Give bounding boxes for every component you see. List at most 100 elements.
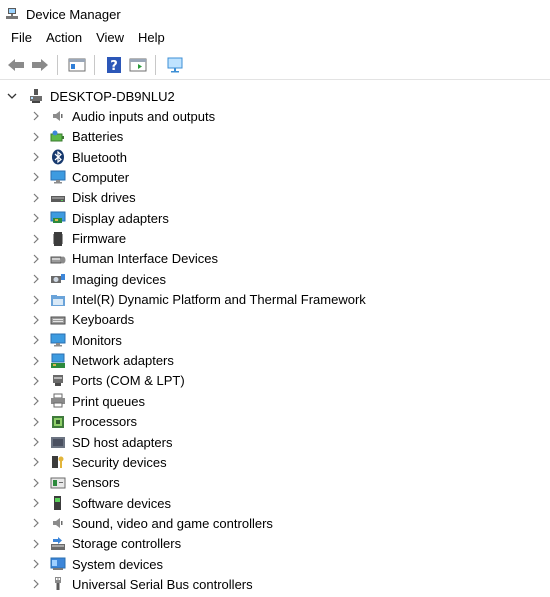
tree-item-label: Audio inputs and outputs [72, 108, 216, 124]
toolbar: ? [0, 50, 550, 80]
software-device-icon [50, 495, 66, 511]
system-device-icon [50, 556, 66, 572]
chevron-right-icon[interactable] [31, 396, 41, 406]
chevron-right-icon[interactable] [31, 559, 41, 569]
chevron-right-icon[interactable] [31, 193, 41, 203]
chevron-down-icon[interactable] [7, 91, 17, 101]
show-hide-console-tree-icon[interactable] [66, 54, 88, 76]
chevron-right-icon[interactable] [31, 152, 41, 162]
tree-item[interactable]: Sound, video and game controllers [0, 513, 550, 533]
tree-item[interactable]: Processors [0, 412, 550, 432]
tree-item-label: Intel(R) Dynamic Platform and Thermal Fr… [72, 292, 366, 308]
tree-item[interactable]: System devices [0, 554, 550, 574]
toolbar-separator [94, 54, 95, 75]
printer-icon [50, 393, 66, 409]
tree-item-label: Keyboards [72, 312, 135, 328]
tree-item-label: Monitors [72, 332, 122, 348]
firmware-icon [50, 231, 66, 247]
chevron-right-icon[interactable] [31, 274, 41, 284]
disk-drive-icon [50, 190, 66, 206]
tree-item-label: Computer [72, 169, 130, 185]
speaker-icon [50, 515, 66, 531]
chevron-right-icon[interactable] [31, 498, 41, 508]
tree-item[interactable]: Batteries [0, 127, 550, 147]
usb-icon [50, 576, 66, 592]
help-icon[interactable]: ? [103, 54, 125, 76]
tree-item-label: Sensors [72, 475, 120, 491]
tree-item[interactable]: Print queues [0, 391, 550, 411]
tree-item-label: Print queues [72, 393, 145, 409]
tree-item[interactable]: Security devices [0, 452, 550, 472]
tree-item[interactable]: Intel(R) Dynamic Platform and Thermal Fr… [0, 290, 550, 310]
chevron-right-icon[interactable] [31, 376, 41, 386]
tree-item-label: Bluetooth [72, 149, 127, 165]
speaker-icon [50, 108, 66, 124]
tree-item[interactable]: Keyboards [0, 310, 550, 330]
tree-item[interactable]: Imaging devices [0, 269, 550, 289]
battery-icon [50, 129, 66, 145]
chevron-right-icon[interactable] [31, 539, 41, 549]
sd-card-icon [50, 434, 66, 450]
tree-item[interactable]: Disk drives [0, 188, 550, 208]
chevron-right-icon[interactable] [31, 254, 41, 264]
chevron-right-icon[interactable] [31, 132, 41, 142]
tree-item-label: Display adapters [72, 210, 169, 226]
security-key-icon [50, 454, 66, 470]
sensor-icon [50, 475, 66, 491]
tree-item-label: Processors [72, 414, 138, 430]
chevron-right-icon[interactable] [31, 234, 41, 244]
hid-icon [50, 251, 66, 267]
tree-item[interactable]: Audio inputs and outputs [0, 106, 550, 126]
chevron-right-icon[interactable] [31, 478, 41, 488]
tree-item[interactable]: Firmware [0, 229, 550, 249]
monitor-scan-icon[interactable] [164, 54, 186, 76]
menu-help[interactable]: Help [131, 28, 172, 48]
tree-item-label: Network adapters [72, 353, 174, 369]
monitor-icon [50, 332, 66, 348]
menu-view[interactable]: View [89, 28, 131, 48]
chevron-right-icon[interactable] [31, 579, 41, 589]
tree-item[interactable]: Human Interface Devices [0, 249, 550, 269]
tree-item[interactable]: Monitors [0, 330, 550, 350]
tree-item-label: Sound, video and game controllers [72, 515, 273, 531]
tree-root[interactable]: DESKTOP-DB9NLU2 [0, 86, 550, 106]
tree-item-label: Ports (COM & LPT) [72, 373, 185, 389]
chevron-right-icon[interactable] [31, 111, 41, 121]
title-bar: Device Manager [0, 0, 550, 28]
forward-icon[interactable] [29, 54, 51, 76]
port-icon [50, 373, 66, 389]
tree-item-label: Firmware [72, 231, 127, 246]
tree-item[interactable]: Ports (COM & LPT) [0, 371, 550, 391]
menu-action[interactable]: Action [39, 28, 89, 48]
tree-item[interactable]: Network adapters [0, 351, 550, 371]
tree-item[interactable]: Sensors [0, 473, 550, 493]
chevron-right-icon[interactable] [31, 315, 41, 325]
tree-item-label: Disk drives [72, 190, 136, 206]
toolbar-separator [57, 54, 58, 75]
chevron-right-icon[interactable] [31, 335, 41, 345]
tree-item-label: Storage controllers [72, 536, 182, 552]
display-adapter-icon [50, 210, 66, 226]
tree-item[interactable]: Storage controllers [0, 534, 550, 554]
chevron-right-icon[interactable] [31, 295, 41, 305]
menu-file[interactable]: File [4, 28, 39, 48]
chevron-right-icon[interactable] [31, 172, 41, 182]
bluetooth-icon [50, 149, 66, 165]
action-pane-icon[interactable] [127, 54, 149, 76]
camera-icon [50, 271, 66, 287]
chevron-right-icon[interactable] [31, 213, 41, 223]
tree-item[interactable]: Software devices [0, 493, 550, 513]
chevron-right-icon[interactable] [31, 457, 41, 467]
tree-item[interactable]: Bluetooth [0, 147, 550, 167]
chevron-right-icon[interactable] [31, 518, 41, 528]
chevron-right-icon[interactable] [31, 417, 41, 427]
back-icon[interactable] [5, 54, 27, 76]
tree-item[interactable]: Computer [0, 167, 550, 187]
tree-item[interactable]: SD host adapters [0, 432, 550, 452]
chevron-right-icon[interactable] [31, 356, 41, 366]
window-title: Device Manager [26, 6, 121, 22]
storage-controller-icon [50, 536, 66, 552]
tree-item[interactable]: Universal Serial Bus controllers [0, 574, 550, 594]
chevron-right-icon[interactable] [31, 437, 41, 447]
tree-item[interactable]: Display adapters [0, 208, 550, 228]
